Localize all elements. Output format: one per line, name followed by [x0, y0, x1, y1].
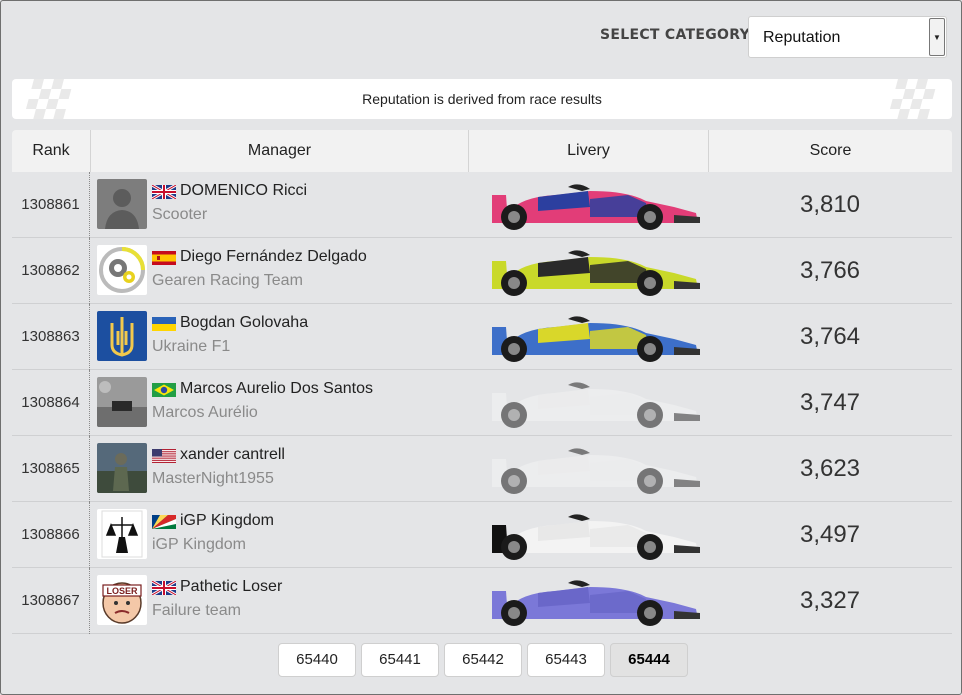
- column-header-manager[interactable]: Manager: [90, 130, 468, 172]
- leaderboard-panel: SELECT CATEGORY Reputation ▼ Reputation …: [0, 0, 962, 695]
- livery-faded: [478, 441, 704, 497]
- table-header: Rank Manager Livery Score: [12, 130, 952, 172]
- svg-text:LOSER: LOSER: [106, 586, 138, 596]
- page-button[interactable]: 65440: [278, 643, 356, 677]
- justice-avatar[interactable]: [97, 509, 147, 559]
- manager-name[interactable]: Bogdan Golovaha: [180, 314, 308, 332]
- table-row[interactable]: 1308867 LOSER Pathetic Loser Failure tea…: [12, 568, 952, 634]
- table-row[interactable]: 1308862 Diego Fernández Delgado Gearen R…: [12, 238, 952, 304]
- default-avatar[interactable]: [97, 179, 147, 229]
- banner-text: Reputation is derived from race results: [362, 91, 602, 107]
- score-cell: 3,497: [799, 521, 861, 548]
- livery-faded: [478, 375, 704, 431]
- rank-cell: 1308867: [12, 568, 90, 634]
- seychelles-flag-icon: [152, 515, 176, 529]
- page-button[interactable]: 65444: [610, 643, 688, 677]
- chevron-down-icon[interactable]: ▼: [929, 18, 945, 56]
- livery-white: [478, 507, 704, 563]
- livery-yellow-black: [478, 243, 704, 299]
- column-header-score[interactable]: Score: [708, 130, 952, 172]
- page-button[interactable]: 65442: [444, 643, 522, 677]
- usa-flag-icon: [152, 449, 176, 463]
- team-name: MasterNight1955: [152, 470, 274, 487]
- score-cell: 3,327: [799, 587, 861, 614]
- manager-name[interactable]: DOMENICO Ricci: [180, 182, 307, 200]
- table-row[interactable]: 1308866 iGP Kingdom iGP Kingdom 3,497: [12, 502, 952, 568]
- table-row[interactable]: 1308864 Marcos Aurelio Dos Santos Marcos…: [12, 370, 952, 436]
- category-select-value: Reputation: [763, 29, 841, 46]
- photo-avatar[interactable]: [97, 377, 147, 427]
- category-select[interactable]: Reputation ▼: [748, 16, 947, 58]
- team-name: iGP Kingdom: [152, 536, 246, 553]
- score-cell: 3,747: [799, 389, 861, 416]
- manager-name[interactable]: Diego Fernández Delgado: [180, 248, 367, 266]
- uk-flag-icon: [152, 185, 176, 199]
- manager-name[interactable]: Pathetic Loser: [180, 578, 282, 596]
- info-banner: Reputation is derived from race results: [12, 79, 952, 119]
- brazil-flag-icon: [152, 383, 176, 397]
- team-name: Scooter: [152, 206, 208, 223]
- livery-pink-blue: [478, 177, 704, 233]
- manager-name[interactable]: iGP Kingdom: [180, 512, 274, 530]
- manager-name[interactable]: Marcos Aurelio Dos Santos: [180, 380, 373, 398]
- manager-name[interactable]: xander cantrell: [180, 446, 285, 464]
- livery-blue-yellow: [478, 309, 704, 365]
- team-name: Failure team: [152, 602, 241, 619]
- column-header-rank[interactable]: Rank: [12, 130, 90, 172]
- score-cell: 3,764: [799, 323, 861, 350]
- rank-cell: 1308866: [12, 502, 90, 568]
- rank-cell: 1308865: [12, 436, 90, 502]
- uk-flag-icon: [152, 581, 176, 595]
- leaderboard-table: Rank Manager Livery Score 1308861 DOMENI…: [12, 130, 952, 635]
- page-button[interactable]: 65443: [527, 643, 605, 677]
- checkered-flag-icon: [889, 79, 936, 119]
- table-row[interactable]: 1308863 Bogdan Golovaha Ukraine F1 3,764: [12, 304, 952, 370]
- table-row[interactable]: 1308861 DOMENICO Ricci Scooter 3,810: [12, 172, 952, 238]
- rank-cell: 1308862: [12, 238, 90, 304]
- column-header-livery[interactable]: Livery: [468, 130, 708, 172]
- team-name: Ukraine F1: [152, 338, 231, 355]
- trident-avatar[interactable]: [97, 311, 147, 361]
- team-name: Marcos Aurélio: [152, 404, 258, 421]
- ukraine-flag-icon: [152, 317, 176, 331]
- team-name: Gearen Racing Team: [152, 272, 303, 289]
- livery-lavender: [478, 573, 704, 629]
- table-row[interactable]: 1308865 xander cantrell MasterNight1955 …: [12, 436, 952, 502]
- score-cell: 3,766: [799, 257, 861, 284]
- score-cell: 3,810: [799, 191, 861, 218]
- rank-cell: 1308863: [12, 304, 90, 370]
- soldier-avatar[interactable]: [97, 443, 147, 493]
- page-button[interactable]: 65441: [361, 643, 439, 677]
- score-cell: 3,623: [799, 455, 861, 482]
- rank-cell: 1308864: [12, 370, 90, 436]
- gear-logo-avatar[interactable]: [97, 245, 147, 295]
- spain-flag-icon: [152, 251, 176, 265]
- rank-cell: 1308861: [12, 172, 90, 238]
- category-label: SELECT CATEGORY: [600, 27, 751, 43]
- loser-avatar[interactable]: LOSER: [97, 575, 147, 625]
